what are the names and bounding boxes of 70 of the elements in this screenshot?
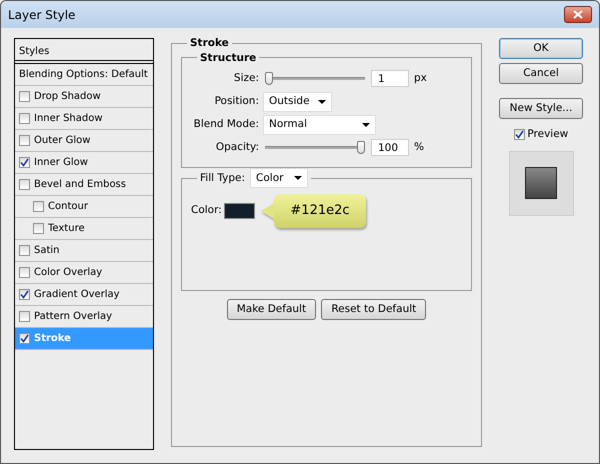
item-label: Satin (34, 244, 60, 258)
item-label: Stroke (34, 332, 71, 346)
callout-pointer (261, 202, 274, 219)
style-list-item[interactable]: Blending Options: Default (15, 64, 153, 86)
style-list-item[interactable]: Contour (15, 196, 153, 218)
unit-label: px (414, 70, 427, 86)
window-title: Layer Style (8, 6, 76, 24)
list-header: Styles (15, 39, 153, 64)
close-button[interactable] (564, 6, 592, 23)
item-label: Gradient Overlay (34, 288, 120, 302)
item-label: Color Overlay (34, 266, 102, 280)
style-list-item[interactable]: Outer Glow (15, 130, 153, 152)
item-label: Pattern Overlay (34, 310, 112, 324)
field-label: Blend Mode: (192, 116, 260, 132)
item-label: Drop Shadow (34, 90, 101, 104)
caret-icon (294, 176, 302, 180)
dialog-button[interactable]: Reset to Default (321, 299, 426, 320)
dropdown[interactable]: Normal (263, 114, 376, 134)
style-list-item[interactable]: Color Overlay (15, 262, 153, 284)
value-field[interactable]: 100 (371, 139, 409, 156)
checkbox[interactable] (19, 245, 30, 256)
group-title: Stroke (189, 38, 230, 48)
field-label: Color: (191, 202, 222, 218)
slider-thumb[interactable] (265, 72, 273, 85)
dropdown[interactable]: Outside (263, 92, 332, 112)
item-label: Bevel and Emboss (34, 178, 126, 192)
checkbox[interactable] (19, 267, 30, 278)
field-label: Opacity: (214, 140, 260, 155)
field-label: Fill Type: (200, 172, 246, 184)
caret-icon (362, 122, 370, 126)
dialog-button[interactable]: Make Default (226, 299, 316, 320)
style-list-item[interactable]: Inner Glow (15, 152, 153, 174)
item-label: Contour (48, 200, 88, 214)
checkbox[interactable] (19, 91, 30, 102)
style-list-item[interactable]: Bevel and Emboss (15, 174, 153, 196)
item-label: Inner Shadow (34, 112, 103, 126)
field-label: Size: (232, 70, 260, 86)
item-label: Texture (48, 222, 85, 236)
dropdown[interactable]: Color (250, 168, 308, 188)
checkbox[interactable] (19, 333, 30, 344)
checkbox[interactable] (33, 201, 44, 212)
group-title: Structure (199, 52, 258, 63)
dialog-button[interactable]: New Style... (499, 98, 583, 119)
callout: #121e2c (274, 194, 366, 228)
style-list-item[interactable]: Gradient Overlay (15, 284, 153, 306)
checkbox[interactable] (33, 223, 44, 234)
style-list-item[interactable]: Drop Shadow (15, 86, 153, 108)
checkbox[interactable] (514, 129, 525, 140)
unit-label: % (414, 140, 424, 155)
style-list-item[interactable]: Texture (15, 218, 153, 240)
item-label: Inner Glow (34, 156, 88, 170)
checkbox[interactable] (19, 157, 30, 168)
style-list-item[interactable]: Inner Shadow (15, 108, 153, 130)
dialog-button[interactable]: Cancel (499, 63, 583, 84)
slider-thumb[interactable] (357, 141, 365, 154)
checkbox-label: Preview (527, 127, 568, 142)
checkbox[interactable] (19, 311, 30, 322)
color-swatch[interactable] (224, 202, 256, 219)
dialog-button[interactable]: OK (499, 38, 583, 59)
preview-square-icon (525, 167, 557, 200)
close-icon (573, 10, 583, 19)
style-list-item[interactable]: Satin (15, 240, 153, 262)
checkbox[interactable] (19, 289, 30, 300)
checkbox[interactable] (19, 135, 30, 146)
caret-icon (318, 100, 326, 104)
item-label: Outer Glow (34, 134, 90, 148)
checkbox[interactable] (19, 113, 30, 124)
checkbox[interactable] (19, 179, 30, 190)
field-label: Position: (214, 94, 260, 109)
value-field[interactable]: 1 (371, 70, 409, 87)
